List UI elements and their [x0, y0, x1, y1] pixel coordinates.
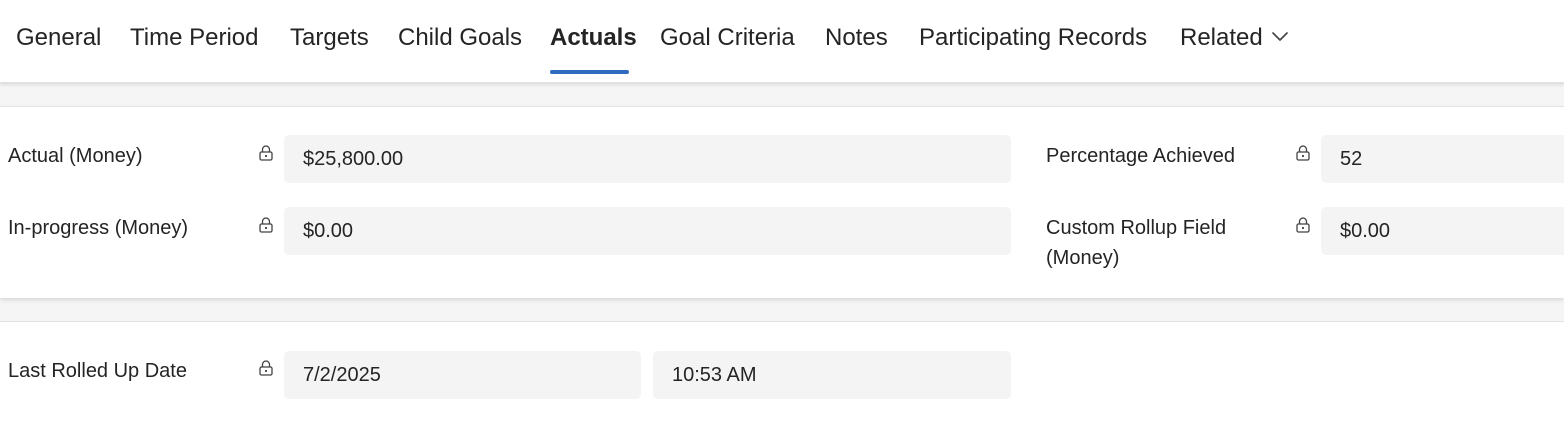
tab-related[interactable]: Related — [1180, 22, 1263, 54]
tab-targets[interactable]: Targets — [290, 22, 369, 54]
lock-icon — [259, 217, 273, 233]
tab-bar: General Time Period Targets Child Goals … — [0, 0, 1564, 83]
tab-time-period[interactable]: Time Period — [130, 22, 258, 54]
chevron-down-icon[interactable] — [1272, 30, 1288, 42]
actual-money-field[interactable]: $25,800.00 — [284, 135, 1011, 183]
tab-general[interactable]: General — [16, 22, 101, 54]
lock-icon — [259, 145, 273, 161]
last-rolled-up-time-field[interactable]: 10:53 AM — [653, 351, 1011, 399]
custom-rollup-money-label-line1: Custom Rollup Field — [1046, 217, 1227, 239]
custom-rollup-money-field[interactable]: $0.00 — [1321, 207, 1564, 255]
lock-icon — [1296, 217, 1310, 233]
custom-rollup-money-label-line2: (Money) — [1046, 247, 1120, 269]
tab-notes[interactable]: Notes — [825, 22, 888, 54]
lock-icon — [259, 360, 273, 376]
last-rolled-up-date-field[interactable]: 7/2/2025 — [284, 351, 641, 399]
lock-icon — [1296, 145, 1310, 161]
active-tab-indicator — [550, 70, 629, 74]
percentage-achieved-label: Percentage Achieved — [1046, 145, 1236, 167]
tab-participating-records[interactable]: Participating Records — [919, 22, 1147, 54]
actual-money-label: Actual (Money) — [8, 145, 143, 167]
in-progress-money-field[interactable]: $0.00 — [284, 207, 1011, 255]
tab-child-goals[interactable]: Child Goals — [398, 22, 522, 54]
actuals-section: Actual (Money) $25,800.00 Percentage Ach… — [0, 106, 1564, 298]
tab-actuals[interactable]: Actuals — [550, 22, 637, 54]
tab-goal-criteria[interactable]: Goal Criteria — [660, 22, 795, 54]
last-rolled-up-date-label: Last Rolled Up Date — [8, 360, 187, 382]
in-progress-money-label: In-progress (Money) — [8, 217, 189, 239]
rollup-section: Last Rolled Up Date 7/2/2025 10:53 AM — [0, 321, 1564, 422]
percentage-achieved-field[interactable]: 52 — [1321, 135, 1564, 183]
